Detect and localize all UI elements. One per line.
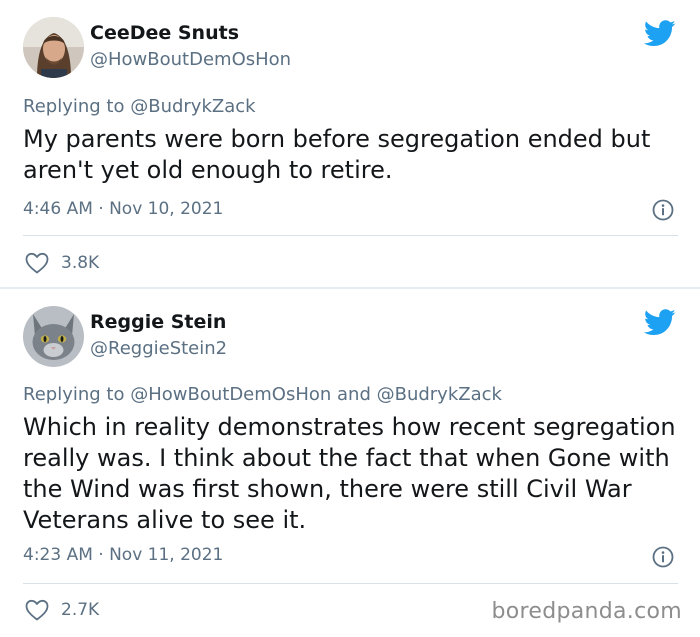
like-count: 2.7K [61,600,100,620]
like-action[interactable]: 2.7K [25,599,99,621]
tweet-text: My parents were born before segregation … [23,125,651,184]
reply-mention-link[interactable]: @BudrykZack [130,96,255,117]
info-icon[interactable] [652,199,674,221]
divider [23,583,678,584]
avatar[interactable] [23,306,84,367]
twitter-bird-icon[interactable] [644,309,676,336]
like-action[interactable]: 3.8K [25,252,99,274]
tweet-card: Reggie Stein @ReggieStein2 Replying to @… [0,289,700,637]
info-icon[interactable] [652,546,674,568]
tweet-timestamp[interactable]: 4:46 AM · Nov 10, 2021 [23,199,223,219]
divider [23,235,678,236]
replying-to-line: Replying to @HowBoutDemOsHon and @Budryk… [23,384,502,405]
user-avatar-image [23,17,84,78]
reply-mention-link[interactable]: @HowBoutDemOsHon and @BudrykZack [130,384,502,405]
twitter-bird-icon[interactable] [644,20,676,47]
replying-prefix: Replying to [23,96,125,117]
tweet-text: Which in reality demonstrates how recent… [23,413,676,534]
display-name[interactable]: CeeDee Snuts [90,22,239,44]
heart-icon[interactable] [25,252,49,274]
like-count: 3.8K [61,253,100,273]
display-name[interactable]: Reggie Stein [90,311,226,333]
user-handle[interactable]: @ReggieStein2 [90,338,227,359]
replying-prefix: Replying to [23,384,125,405]
avatar[interactable] [23,17,84,78]
tweet-timestamp[interactable]: 4:23 AM · Nov 11, 2021 [23,545,223,565]
user-handle[interactable]: @HowBoutDemOsHon [90,49,291,70]
watermark-logo: boredpanda.com [491,599,682,624]
tweet-card: CeeDee Snuts @HowBoutDemOsHon Replying t… [0,0,700,287]
heart-icon[interactable] [25,599,49,621]
replying-to-line: Replying to @BudrykZack [23,96,256,117]
user-avatar-image [23,306,84,367]
